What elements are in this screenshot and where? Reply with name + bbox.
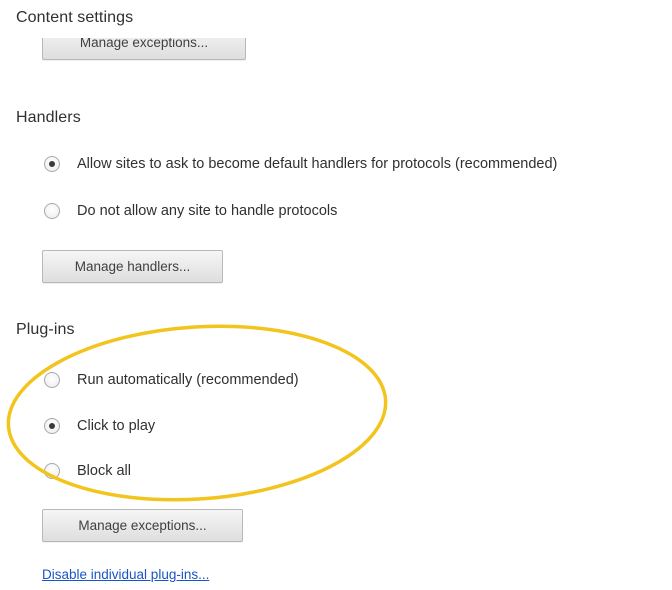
plugins-option-click-to-play-label: Click to play	[77, 418, 156, 434]
plugins-option-run-automatically[interactable]: Run automatically (recommended)	[44, 368, 299, 392]
content-settings-page: Content settings Manage exceptions... Ha…	[0, 0, 672, 590]
plugins-option-run-automatically-label: Run automatically (recommended)	[77, 372, 299, 388]
handlers-option-block[interactable]: Do not allow any site to handle protocol…	[44, 199, 337, 223]
content-manage-exceptions-button[interactable]: Manage exceptions...	[42, 38, 246, 60]
manage-handlers-button[interactable]: Manage handlers...	[42, 250, 223, 283]
handlers-option-block-label: Do not allow any site to handle protocol…	[77, 203, 338, 219]
plugins-section-title: Plug-ins	[16, 321, 75, 338]
content-settings-title: Content settings	[16, 9, 134, 26]
plugins-option-block-all-label: Block all	[77, 463, 131, 479]
radio-click-to-play[interactable]	[44, 418, 60, 434]
content-exceptions-button-wrap: Manage exceptions...	[42, 38, 246, 70]
radio-block-handlers[interactable]	[44, 203, 60, 219]
highlight-ellipse-annotation	[6, 324, 388, 502]
radio-block-all[interactable]	[44, 463, 60, 479]
disable-individual-plugins-link[interactable]: Disable individual plug-ins...	[42, 567, 209, 582]
plugins-manage-exceptions-button[interactable]: Manage exceptions...	[42, 509, 243, 542]
handlers-section-title: Handlers	[16, 109, 81, 126]
plugins-option-click-to-play[interactable]: Click to play	[44, 414, 155, 438]
plugins-option-block-all[interactable]: Block all	[44, 459, 131, 483]
handlers-option-allow[interactable]: Allow sites to ask to become default han…	[44, 152, 557, 176]
radio-allow-handlers[interactable]	[44, 156, 60, 172]
handlers-option-allow-label: Allow sites to ask to become default han…	[77, 156, 558, 172]
radio-run-automatically[interactable]	[44, 372, 60, 388]
